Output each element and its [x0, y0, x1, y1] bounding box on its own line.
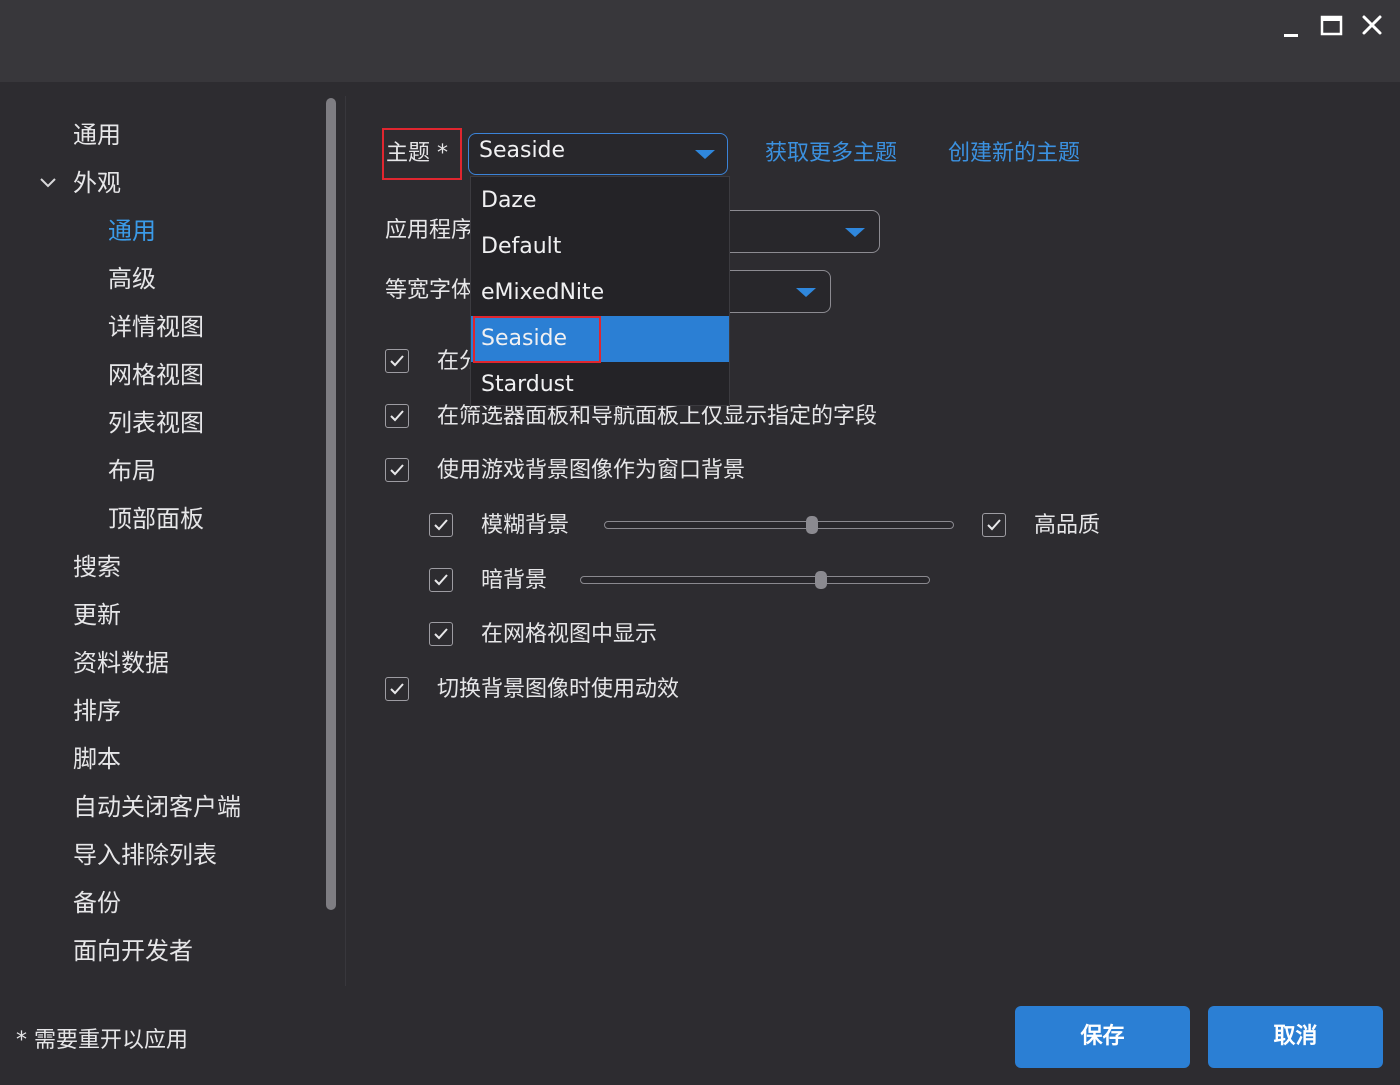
dropdown-arrow-icon — [695, 150, 715, 159]
highlight-box — [473, 316, 601, 363]
checkbox-dark[interactable] — [429, 568, 453, 592]
restart-note: * 需要重开以应用 — [16, 1028, 188, 1053]
checkbox-game-background-label: 使用游戏背景图像作为窗口背景 — [437, 458, 746, 483]
sidebar-item-advanced[interactable]: 高级 — [108, 264, 156, 294]
app-font-select[interactable] — [722, 210, 880, 253]
sidebar-item-scripts[interactable]: 脚本 — [73, 744, 121, 774]
get-more-themes-link[interactable]: 获取更多主题 — [765, 140, 897, 168]
sidebar-item-appearance[interactable]: 外观 — [73, 168, 121, 198]
cancel-button[interactable]: 取消 — [1208, 1006, 1383, 1068]
sidebar-item-import-exclusions[interactable]: 导入排除列表 — [73, 840, 217, 870]
checkbox-high-quality-label: 高品质 — [1034, 513, 1101, 538]
dropdown-arrow-icon — [796, 288, 816, 297]
highlight-box — [382, 128, 462, 180]
sidebar-item-layout[interactable]: 布局 — [108, 456, 156, 486]
sidebar-item-metadata[interactable]: 资料数据 — [73, 648, 169, 678]
theme-option-emixednite[interactable]: eMixedNite — [471, 270, 729, 316]
sidebar-item-details-view[interactable]: 详情视图 — [108, 312, 204, 342]
save-button[interactable]: 保存 — [1015, 1006, 1190, 1068]
checkbox-row1[interactable] — [385, 349, 409, 373]
checkbox-game-background[interactable] — [385, 458, 409, 482]
sidebar-item-grid-view[interactable]: 网格视图 — [108, 360, 204, 390]
blur-slider[interactable] — [604, 521, 954, 529]
sidebar-item-sorting[interactable]: 排序 — [73, 696, 121, 726]
checkbox-dark-label: 暗背景 — [481, 568, 548, 593]
divider — [345, 96, 346, 986]
checkbox-animate-label: 切换背景图像时使用动效 — [437, 677, 680, 702]
theme-dropdown-list: Daze Default eMixedNite Seaside Stardust — [470, 176, 730, 406]
dark-slider-thumb[interactable] — [815, 571, 827, 589]
chevron-down-icon[interactable] — [38, 173, 58, 193]
checkbox-blur-label: 模糊背景 — [481, 513, 570, 538]
sidebar-item-backup[interactable]: 备份 — [73, 888, 121, 918]
maximize-icon[interactable] — [1316, 10, 1348, 42]
sidebar-item-developers[interactable]: 面向开发者 — [73, 936, 193, 966]
checkbox-filter-fields[interactable] — [385, 404, 409, 428]
checkbox-grid-show[interactable] — [429, 622, 453, 646]
checkbox-blur[interactable] — [429, 513, 453, 537]
dropdown-arrow-icon — [845, 228, 865, 237]
sidebar-item-general[interactable]: 通用 — [73, 120, 121, 150]
theme-select[interactable]: Seaside — [468, 133, 728, 175]
theme-select-value: Seaside — [479, 138, 566, 163]
close-icon[interactable] — [1356, 10, 1388, 42]
sidebar-item-search[interactable]: 搜索 — [73, 552, 121, 582]
mono-font-label: 等宽字体 — [385, 278, 474, 303]
checkbox-grid-show-label: 在网格视图中显示 — [481, 622, 658, 647]
title-bar — [0, 0, 1400, 82]
theme-option-daze[interactable]: Daze — [471, 178, 729, 224]
blur-slider-thumb[interactable] — [806, 516, 818, 534]
app-font-label: 应用程序 — [385, 218, 474, 243]
theme-option-default[interactable]: Default — [471, 224, 729, 270]
sidebar-item-updates[interactable]: 更新 — [73, 600, 121, 630]
create-theme-link[interactable]: 创建新的主题 — [948, 140, 1080, 168]
dark-slider[interactable] — [580, 576, 930, 584]
sidebar-item-appearance-general[interactable]: 通用 — [108, 216, 156, 246]
sidebar-item-list-view[interactable]: 列表视图 — [108, 408, 204, 438]
checkbox-high-quality[interactable] — [982, 513, 1006, 537]
sidebar-item-top-panel[interactable]: 顶部面板 — [108, 504, 204, 534]
mono-font-select[interactable] — [722, 270, 831, 313]
sidebar-scrollbar[interactable] — [326, 98, 336, 910]
theme-option-stardust[interactable]: Stardust — [471, 362, 729, 408]
checkbox-animate[interactable] — [385, 677, 409, 701]
sidebar-item-auto-close[interactable]: 自动关闭客户端 — [73, 792, 241, 822]
minimize-icon[interactable] — [1276, 10, 1308, 42]
